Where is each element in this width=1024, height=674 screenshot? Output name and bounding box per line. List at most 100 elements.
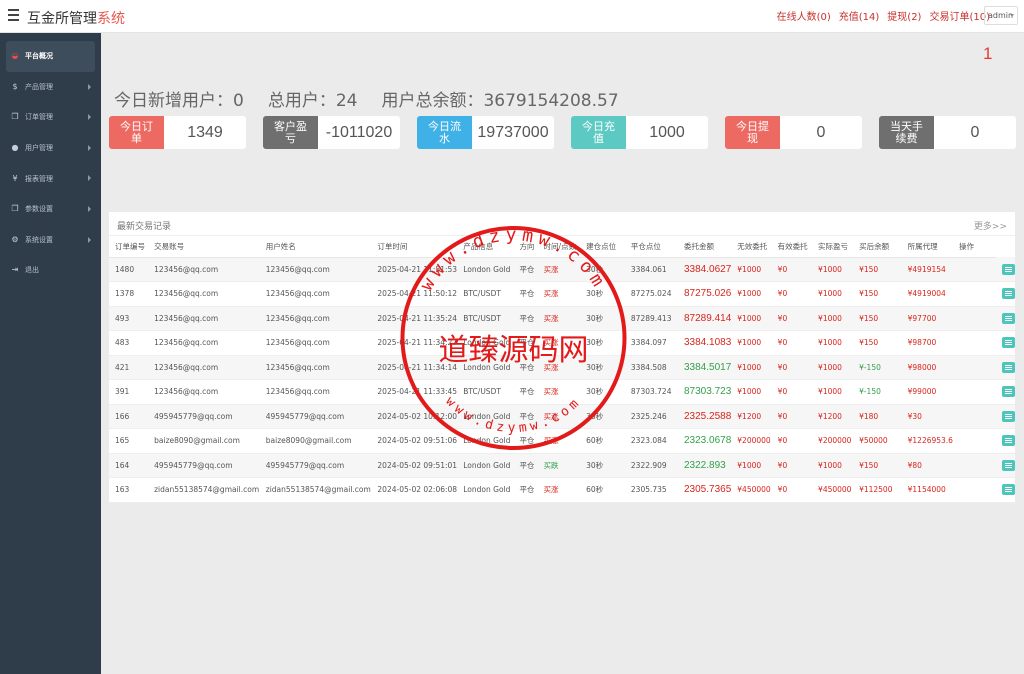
list-icon[interactable] [1002,435,1015,447]
cell-status: 平仓 [513,281,538,307]
cell-account: 123456@qq.com [148,379,260,405]
card-value: 0 [970,124,980,141]
sidebar-item-label: 订单管理 [25,113,53,122]
top-links: 在线人数(0) 充值(14) 提现(2) 交易订单(10) [777,8,990,23]
dollar-icon: $ [12,81,18,91]
cell-user-name: 123456@qq.com [259,257,372,282]
column-header: 订单编号 [109,236,149,258]
cell-order-time: 2025-04-21 11:34:27 [371,330,458,356]
table-row: 483 123456@qq.com 123456@qq.com 2025-04-21 … [109,330,1015,356]
cell-product: London Gold [457,428,514,454]
column-header: 操作 [952,236,996,258]
online-users-link[interactable]: 在线人数(0) [777,8,831,23]
cell-status: 平仓 [513,379,538,405]
menu-toggle-icon[interactable] [8,9,20,23]
list-icon[interactable] [1002,337,1015,349]
list-icon[interactable] [1002,263,1015,275]
cell-order-id: 165 [109,428,149,454]
cell-duration: 30秒 [580,355,625,380]
table-row: 493 123456@qq.com 123456@qq.com 2025-04-21 … [109,306,1015,331]
cell-order-time: 2025-04-21 11:33:45 [371,379,458,405]
card-label: 今日流水 [417,116,472,149]
cell-direction: 买涨 [537,477,581,503]
stat-total-balance: 用户总余额：3679154208.57 [381,91,619,111]
column-header: 时间/点数 [537,236,581,258]
cell-valid-amount: ¥1000 [812,330,854,356]
list-icon[interactable] [1002,410,1015,422]
cell-open-price: 2325.246 [624,404,678,429]
cell-account: 495945779@qq.com [148,404,260,429]
cell-order-amount: ¥1000 [731,453,772,478]
chevron-right-icon [88,83,91,90]
cell-user-name: 123456@qq.com [259,330,372,356]
cell-order-id: 166 [109,404,149,429]
withdraw-link[interactable]: 提现(2) [887,8,921,23]
cell-user-name: 123456@qq.com [259,355,372,380]
list-icon[interactable] [1002,484,1015,496]
cell-product: London Gold [457,355,514,380]
table-row: 164 495945779@qq.com 495945779@qq.com 2024-… [109,453,1015,478]
cell-product: London Gold [457,404,514,429]
cell-product: London Gold [457,257,514,282]
cell-order-id: 1378 [109,281,149,307]
cell-actions [996,453,1015,478]
cell-agent [952,281,996,307]
cell-direction: 买涨 [537,257,581,282]
cell-actions [996,428,1015,454]
cell-account: 123456@qq.com [148,355,260,380]
sidebar-item-orders[interactable]: ❐ 订单管理 [6,102,95,133]
sidebar-item-overview[interactable]: ◒ 平台概况 [6,41,95,72]
sidebar-item-users[interactable]: ● 用户管理 [6,133,95,164]
sidebar-item-logout[interactable]: ⇥ 退出 [6,255,95,286]
cell-status: 平仓 [513,428,538,454]
cell-pnl: ¥112500 [853,477,902,503]
cell-invalid-amount: ¥0 [771,453,813,478]
chevron-right-icon [88,236,91,243]
chevron-right-icon [88,205,91,212]
card-label: 今日订单 [109,116,164,149]
stats-summary: 今日新增用户：0 总用户：24 用户总余额：3679154208.57 [114,86,619,111]
cell-account: 123456@qq.com [148,281,260,307]
cell-order-time: 2025-04-21 11:35:24 [371,306,458,331]
cell-order-id: 163 [109,477,149,503]
column-header: 产品信息 [457,236,514,258]
sidebar-item-system[interactable]: ⚙ 系统设置 [6,225,95,256]
column-header: 交易账号 [148,236,260,258]
cell-product: London Gold [457,477,514,503]
card-today-flow: 今日流水 19737000 [417,116,554,149]
cell-invalid-amount: ¥0 [771,330,813,356]
cell-order-time: 2025-04-21 11:50:12 [371,281,458,307]
list-icon[interactable] [1002,361,1015,373]
cell-agent [952,355,996,380]
chevron-right-icon [88,175,91,182]
cell-balance-after: ¥1154000 [901,477,953,503]
list-icon[interactable] [1002,312,1015,324]
sidebar-item-products[interactable]: $ 产品管理 [6,72,95,103]
cell-invalid-amount: ¥0 [771,379,813,405]
cell-product: BTC/USDT [457,379,514,405]
recharge-link[interactable]: 充值(14) [839,8,880,23]
cell-balance-after: ¥30 [901,404,953,429]
sidebar-item-label: 退出 [25,266,39,275]
cell-duration: 30秒 [580,379,625,405]
list-icon[interactable] [1002,459,1015,471]
cell-agent [952,330,996,356]
trade-orders-link[interactable]: 交易订单(10) [929,8,990,23]
list-icon[interactable] [1002,386,1015,398]
admin-dropdown[interactable]: admin [984,6,1018,25]
cell-open-price: 3384.097 [624,330,678,356]
cell-balance-after: ¥97700 [901,306,953,331]
list-icon[interactable] [1002,288,1015,300]
sidebar-item-reports[interactable]: ¥ 报表管理 [6,163,95,194]
card-value: -1011020 [325,124,393,141]
column-header: 建仓点位 [580,236,625,258]
cell-agent [952,379,996,405]
cell-valid-amount: ¥1000 [812,355,854,380]
cell-account: baize8090@gmail.com [148,428,260,454]
more-link[interactable]: 更多>> [974,219,1007,232]
cell-open-price: 3384.061 [624,257,678,282]
cell-direction: 买涨 [537,355,581,380]
sidebar-item-params[interactable]: ❐ 参数设置 [6,194,95,225]
table-body: 1480 123456@qq.com 123456@qq.com 2025-04-21… [109,257,1015,503]
cell-order-amount: ¥1000 [731,257,772,282]
